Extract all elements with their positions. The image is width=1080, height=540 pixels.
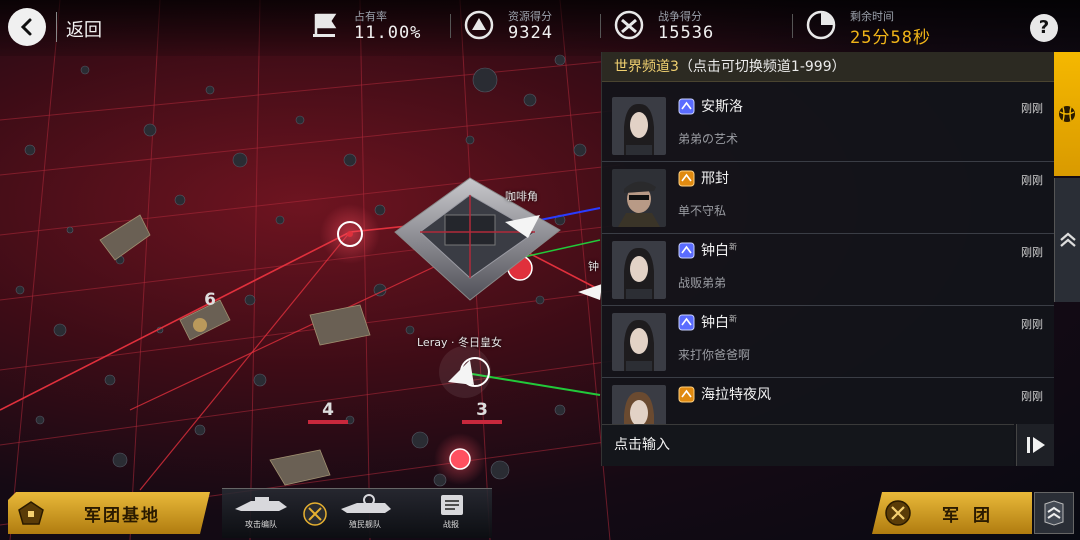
legion-button[interactable]: 军团 [872,492,1032,534]
chat-sender-name[interactable]: 钟白新 [701,312,737,332]
crossed-swords-icon[interactable] [302,501,328,527]
rank-chevrons-icon [1044,500,1064,526]
rank-badge-icon [678,314,695,331]
fleet-label-leray: Leray · 冬日皇女 [417,336,502,349]
fleet-slot-caption: 战报 [443,520,459,529]
report-icon [441,495,463,515]
chevron-left-icon [20,18,32,36]
chat-channel-hint: （点击可切换频道1-999） [678,59,846,75]
fleet-slot-caption: 殖民舰队 [349,520,381,529]
chat-sender-name[interactable]: 邢封 [701,168,729,188]
colony-fleet-button[interactable]: 殖民舰队 [330,491,400,537]
chat-timestamp: 刚刚 [1021,390,1043,403]
chat-sender-name[interactable]: 海拉特夜风 [701,384,771,404]
rank-badge-icon [678,242,695,259]
rank-badge-icon [678,386,695,403]
fleet-label-station: 咖啡角 [505,190,538,203]
divider [56,12,57,42]
avatar[interactable] [612,97,666,155]
stat-value: 9324 [508,23,553,43]
clock-icon [806,10,836,40]
stat-label: 战争得分 [658,10,702,23]
base-emblem-icon [16,498,46,528]
chat-channel-name: 世界频道3 [614,59,679,75]
fleet-label-partial: 钟 [588,260,599,273]
fleet-slot-caption: 攻击编队 [245,520,277,529]
divider [600,14,601,38]
flag-icon [313,13,337,37]
back-label[interactable]: 返回 [66,16,102,42]
chat-message-text: 战贩弟弟 [678,276,727,290]
chat-message-text: 弟弟の艺术 [678,132,739,146]
war-icon [614,10,644,40]
chat-panel: 世界频道3（点击可切换频道1-999） 安斯洛 刚刚 弟弟の艺术 邢封 刚刚 单… [601,52,1054,466]
male-officer-avatar-icon [612,169,666,227]
tab-world-chat[interactable] [1054,52,1080,176]
resource-icon [464,10,494,40]
divider [450,14,451,38]
female-avatar-icon [612,313,666,371]
chat-input[interactable]: 点击输入 [602,424,1014,466]
stat-label: 资源得分 [508,10,552,23]
chat-sender-name[interactable]: 安斯洛 [701,96,743,116]
send-button[interactable] [1016,424,1054,466]
avatar[interactable] [612,385,666,426]
battle-report-button[interactable]: 战报 [416,491,486,537]
chat-message-text: 来打你爸爸啊 [678,348,751,362]
stat-value: 15536 [658,23,715,43]
back-button[interactable] [8,8,46,46]
chat-message[interactable]: 钟白新 刚刚 战贩弟弟 [602,234,1054,306]
rank-badge-icon [678,170,695,187]
stat-value: 11.00% [354,23,422,43]
tab-legion-chat[interactable] [1054,178,1080,302]
sector-marker-4[interactable]: 4 [308,398,348,424]
fleet-toolbar: 攻击编队 殖民舰队 战报 [222,488,492,538]
globe-icon [1059,106,1075,122]
avatar[interactable] [612,169,666,227]
chat-message-text: 单不守私 [678,204,727,218]
new-player-tag: 新 [729,242,737,252]
avatar[interactable] [612,241,666,299]
legion-base-label: 军团基地 [84,505,160,526]
chat-timestamp: 刚刚 [1021,174,1043,187]
chat-sender-name[interactable]: 钟白新 [701,240,737,260]
chat-timestamp: 刚刚 [1021,246,1043,259]
female-avatar-icon [612,241,666,299]
female-avatar-icon [612,385,666,426]
chevrons-up-icon [1059,232,1076,247]
rank-chevron-button[interactable] [1034,492,1074,534]
chat-message[interactable]: 邢封 刚刚 单不守私 [602,162,1054,234]
divider [792,14,793,38]
help-button[interactable]: ? [1030,14,1058,42]
sector-marker-3[interactable]: 3 [462,398,502,424]
sector-marker-6[interactable]: 6 [190,288,230,314]
send-arrow-icon [1027,437,1045,453]
rank-badge-icon [678,98,695,115]
legion-base-button[interactable]: 军团基地 [8,492,210,534]
chat-timestamp: 刚刚 [1021,102,1043,115]
chat-channel-header[interactable]: 世界频道3（点击可切换频道1-999） [602,52,1054,82]
crossed-swords-icon [885,500,911,526]
chat-message-list[interactable]: 安斯洛 刚刚 弟弟の艺术 邢封 刚刚 单不守私 钟白新 刚刚 战贩弟弟 钟白新 … [602,82,1054,426]
stat-value-time: 25分58秒 [850,28,931,48]
chat-message[interactable]: 钟白新 刚刚 来打你爸爸啊 [602,306,1054,378]
chat-timestamp: 刚刚 [1021,318,1043,331]
attack-formation-button[interactable]: 攻击编队 [226,491,296,537]
new-player-tag: 新 [729,314,737,324]
battleship-icon [235,497,287,511]
colony-ship-icon [341,494,391,513]
top-bar: 返回 占有率 11.00% 资源得分 9324 战争得分 15536 剩余时间 … [0,0,1080,56]
chat-message[interactable]: 海拉特夜风 刚刚 [602,378,1054,426]
stat-label: 占有率 [354,10,387,23]
avatar[interactable] [612,313,666,371]
female-avatar-icon [612,97,666,155]
chat-message[interactable]: 安斯洛 刚刚 弟弟の艺术 [602,90,1054,162]
stat-label: 剩余时间 [850,10,894,23]
legion-label: 军团 [942,505,1004,526]
